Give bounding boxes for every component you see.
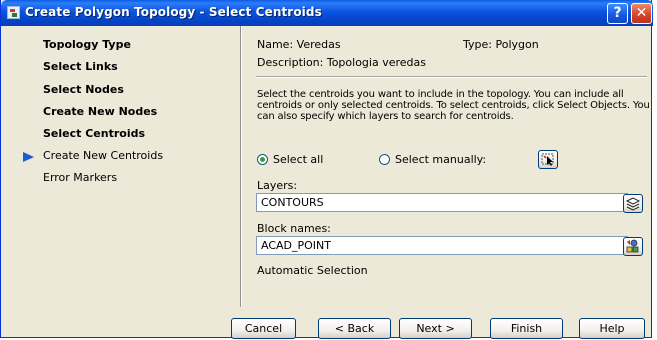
current-step-arrow-icon bbox=[23, 152, 34, 162]
step-select-links[interactable]: Select Links bbox=[43, 60, 118, 73]
select-all-label[interactable]: Select all bbox=[273, 153, 323, 166]
step-create-new-nodes[interactable]: Create New Nodes bbox=[43, 105, 157, 118]
layers-value: CONTOURS bbox=[261, 196, 324, 209]
topology-type: Type: Polygon bbox=[463, 38, 539, 51]
back-button[interactable]: < Back bbox=[318, 318, 391, 339]
title-close-button[interactable]: ✕ bbox=[631, 3, 652, 24]
cancel-button[interactable]: Cancel bbox=[231, 318, 296, 339]
finish-button[interactable]: Finish bbox=[490, 318, 563, 339]
step-select-nodes[interactable]: Select Nodes bbox=[43, 83, 124, 96]
wizard-steps-pane: Topology Type Select Links Select Nodes … bbox=[1, 26, 238, 307]
pick-objects-icon bbox=[541, 153, 554, 166]
block-names-picker-button[interactable] bbox=[623, 237, 643, 256]
question-icon: ? bbox=[613, 5, 622, 21]
title-help-button[interactable]: ? bbox=[607, 3, 628, 24]
title-bar[interactable]: Create Polygon Topology - Select Centroi… bbox=[1, 0, 653, 26]
window-title: Create Polygon Topology - Select Centroi… bbox=[25, 5, 322, 19]
topology-name: Name: Veredas bbox=[257, 38, 341, 51]
step-content-pane: Name: Veredas Type: Polygon Description:… bbox=[242, 26, 652, 307]
select-all-radio[interactable] bbox=[257, 154, 268, 165]
layers-field[interactable]: CONTOURS bbox=[256, 193, 628, 212]
select-manually-label[interactable]: Select manually: bbox=[395, 153, 486, 166]
close-icon: ✕ bbox=[635, 5, 648, 21]
step-topology-type[interactable]: Topology Type bbox=[43, 38, 131, 51]
step-select-centroids[interactable]: Select Centroids bbox=[43, 127, 145, 140]
topology-description: Description: Topologia veredas bbox=[257, 56, 426, 69]
dialog-window: Create Polygon Topology - Select Centroi… bbox=[0, 0, 653, 339]
block-names-field[interactable]: ACAD_POINT bbox=[256, 236, 628, 255]
step-error-markers[interactable]: Error Markers bbox=[43, 171, 117, 184]
automatic-selection-label: Automatic Selection bbox=[257, 264, 368, 277]
layers-label: Layers: bbox=[257, 179, 298, 192]
section-divider bbox=[256, 76, 647, 78]
step-create-new-centroids[interactable]: Create New Centroids bbox=[43, 149, 163, 162]
layers-icon bbox=[625, 197, 641, 211]
select-manually-radio[interactable] bbox=[379, 154, 390, 165]
select-objects-button[interactable] bbox=[538, 150, 558, 169]
instructions-text: Select the centroids you want to include… bbox=[257, 89, 650, 122]
next-button[interactable]: Next > bbox=[399, 318, 472, 339]
block-names-value: ACAD_POINT bbox=[261, 239, 331, 252]
help-button[interactable]: Help bbox=[579, 318, 645, 339]
block-names-label: Block names: bbox=[257, 222, 331, 235]
topology-app-icon bbox=[7, 6, 20, 19]
blocks-icon bbox=[626, 239, 639, 253]
layers-picker-button[interactable] bbox=[623, 194, 643, 213]
